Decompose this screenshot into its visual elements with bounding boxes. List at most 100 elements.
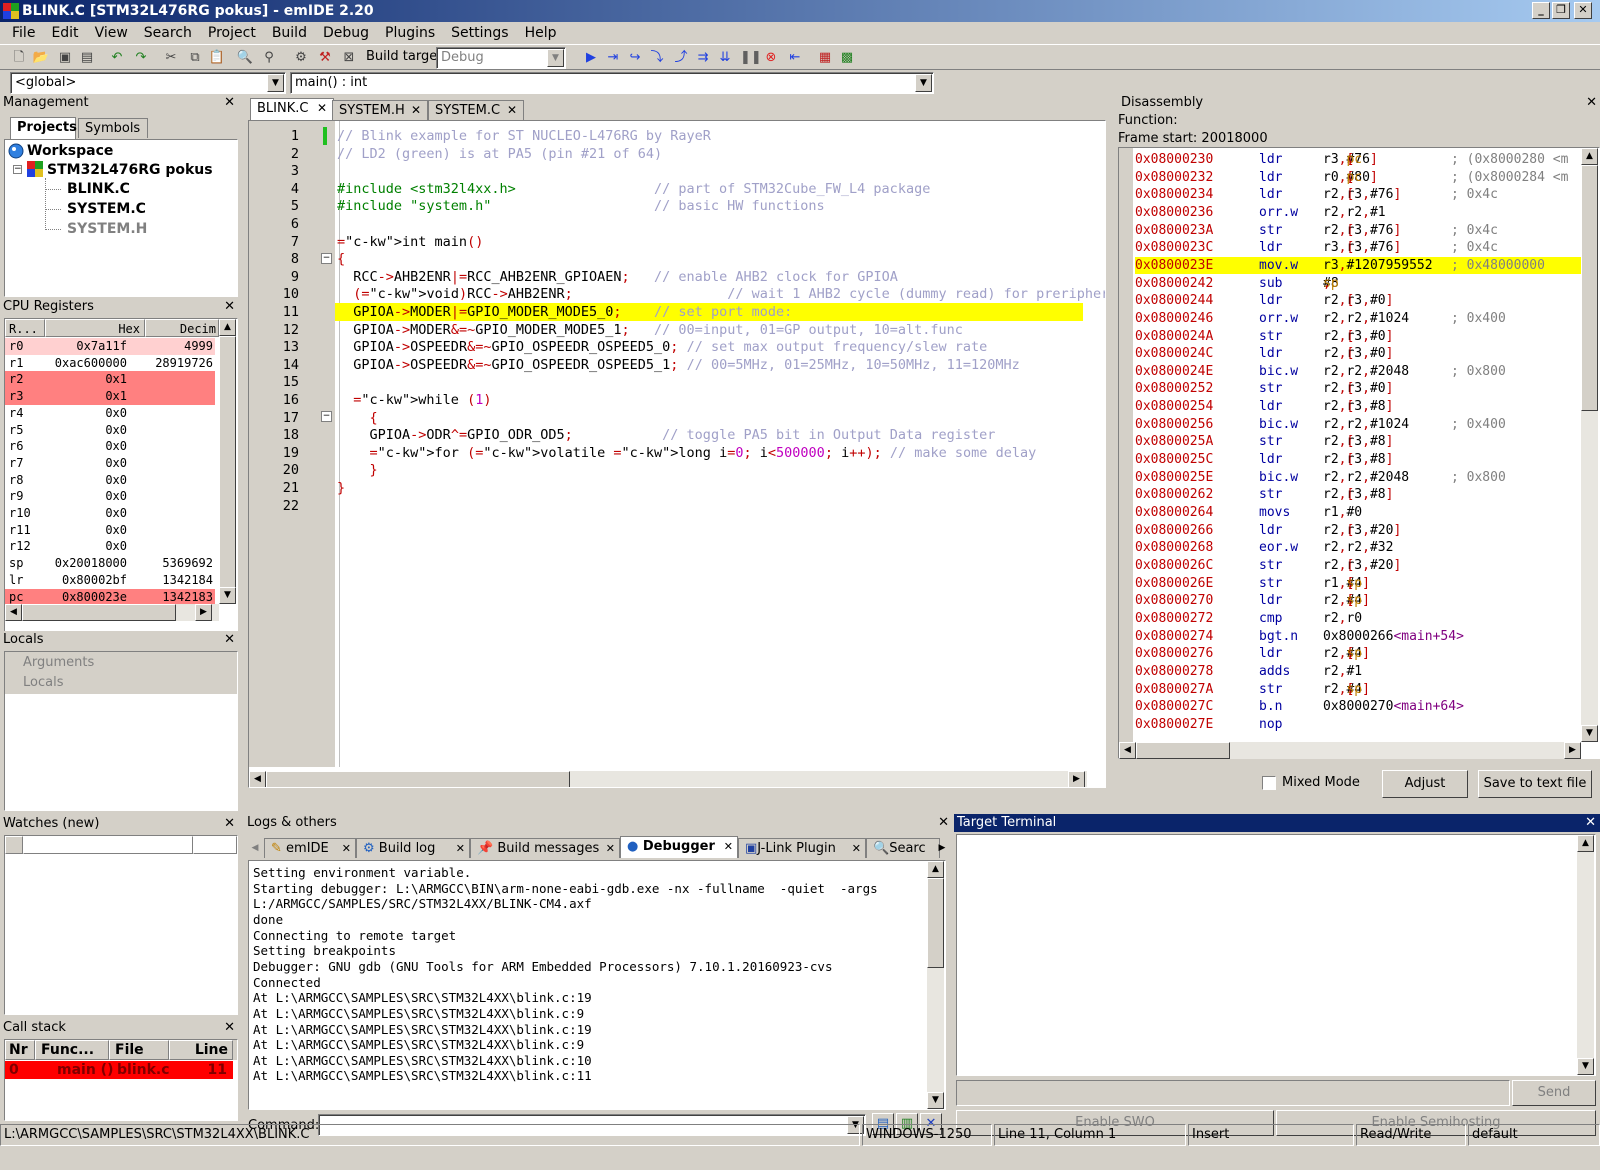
cut-icon[interactable]: ✂: [162, 49, 180, 67]
table-row[interactable]: r8 0x0: [5, 472, 215, 489]
tab-system-c[interactable]: SYSTEM.C ✕: [428, 100, 524, 120]
table-row[interactable]: r6 0x0: [5, 438, 215, 455]
close-icon[interactable]: ✕: [224, 815, 235, 833]
next-line-icon[interactable]: ↪: [626, 49, 644, 67]
table-row[interactable]: 0x0800024A str r2, [r3, #0]: [1135, 328, 1581, 346]
table-row[interactable]: r1 0xac600000 28919726: [5, 355, 215, 372]
info-icon[interactable]: ▩: [838, 49, 856, 67]
close-icon[interactable]: ✕: [606, 839, 615, 858]
table-row[interactable]: 0x0800024C ldr r2, [r3, #0]: [1135, 345, 1581, 363]
code-line[interactable]: ="c-kw">while (1): [335, 391, 1083, 409]
scroll-down-icon[interactable]: ▼: [1577, 1058, 1594, 1075]
scope-function-select[interactable]: main() : int ▼: [290, 72, 934, 94]
close-icon[interactable]: ✕: [342, 839, 351, 858]
table-row[interactable]: 0x08000242 sub sp, #8: [1135, 275, 1581, 293]
table-row[interactable]: 0x08000246 orr.w r2, r2, #1024 ; 0x400: [1135, 310, 1581, 328]
save-icon[interactable]: ▣: [56, 49, 74, 67]
table-row[interactable]: 0x08000264 movs r1, #0: [1135, 504, 1581, 522]
scroll-thumb[interactable]: [219, 336, 236, 588]
table-row[interactable]: r5 0x0: [5, 422, 215, 439]
menu-debug[interactable]: Debug: [315, 25, 377, 41]
col-func[interactable]: Func...: [35, 1040, 109, 1060]
table-row[interactable]: 0x0800026E str r1, [sp, #4]: [1135, 575, 1581, 593]
table-row[interactable]: r2 0x1: [5, 371, 215, 389]
code-editor[interactable]: 12345678910111213141516171819202122 ▷ − …: [248, 120, 1106, 788]
code-line[interactable]: }: [335, 461, 1083, 479]
debugger-log[interactable]: Setting environment variable. Starting de…: [248, 860, 946, 1110]
watches-table[interactable]: [4, 835, 238, 1015]
abort-build-icon[interactable]: ⊠: [340, 49, 358, 67]
table-row[interactable]: 0x0800023E mov.w r3, #1207959552 ; 0x480000…: [1135, 256, 1581, 275]
disassembly-vscroll[interactable]: ▲ ▼: [1581, 148, 1598, 742]
scroll-right-icon[interactable]: ▶: [1068, 771, 1085, 787]
close-icon[interactable]: ✕: [411, 101, 421, 120]
scroll-thumb[interactable]: [1581, 165, 1598, 411]
table-row[interactable]: 0x0800023A str r2, [r3, #76] ; 0x4c: [1135, 222, 1581, 240]
redo-icon[interactable]: ↷: [132, 49, 150, 67]
table-row[interactable]: 0x08000266 ldr r2, [r3, #20]: [1135, 522, 1581, 540]
table-row[interactable]: 0x0800027E nop: [1135, 716, 1581, 734]
table-row[interactable]: 0x08000270 ldr r2, [sp, #4]: [1135, 592, 1581, 610]
mixed-mode-checkbox[interactable]: [1262, 776, 1276, 790]
menu-file[interactable]: File: [4, 25, 43, 41]
debug-windows-icon[interactable]: ▦: [816, 49, 834, 67]
table-row[interactable]: 0x0800026C str r2, [r3, #20]: [1135, 557, 1581, 575]
scroll-thumb[interactable]: [1136, 742, 1230, 759]
step-instruction-icon[interactable]: ⇊: [716, 49, 734, 67]
menu-plugins[interactable]: Plugins: [377, 25, 443, 41]
scroll-right-icon[interactable]: ▶: [195, 604, 212, 621]
table-row[interactable]: r3 0x1: [5, 388, 215, 406]
table-row[interactable]: r9 0x0: [5, 488, 215, 505]
code-line[interactable]: GPIOA->ODR^=GPIO_ODR_OD5; // toggle PA5 …: [335, 426, 1083, 444]
tab-blink-c[interactable]: BLINK.C ✕: [250, 98, 334, 120]
col-hex[interactable]: Hex: [45, 319, 145, 337]
code-line[interactable]: [335, 215, 1083, 233]
table-row[interactable]: pc 0x800023e 1342183: [5, 588, 215, 606]
scope-global-select[interactable]: <global> ▼: [10, 72, 286, 94]
tab-build-log[interactable]: ⚙ Build log ✕: [356, 838, 470, 858]
table-row[interactable]: 0x08000234 ldr r2, [r3, #76] ; 0x4c: [1135, 186, 1581, 204]
scroll-down-icon[interactable]: ▼: [1581, 725, 1598, 742]
undo-icon[interactable]: ↶: [108, 49, 126, 67]
tab-projects[interactable]: Projects: [10, 117, 77, 139]
table-row[interactable]: 0x08000262 str r2, [r3, #8]: [1135, 486, 1581, 504]
tab-jlink-plugin[interactable]: ▣J-Link Plugin ✕: [738, 838, 866, 858]
registers-vscroll[interactable]: ▲ ▼: [219, 319, 236, 604]
code-line[interactable]: // Blink example for ST NUCLEO-L476RG by…: [335, 127, 1083, 145]
adjust-button[interactable]: Adjust: [1382, 770, 1468, 798]
scroll-up-icon[interactable]: ▲: [219, 319, 236, 336]
col-decimal[interactable]: Decim: [145, 319, 219, 337]
pause-icon[interactable]: ❚❚: [740, 49, 762, 67]
step-into-icon[interactable]: ⤵: [648, 49, 666, 67]
table-row[interactable]: r12 0x0: [5, 538, 215, 555]
tab-symbols[interactable]: Symbols: [78, 118, 148, 138]
table-row[interactable]: 0x08000274 bgt.n 0x8000266 <main+54>: [1135, 628, 1581, 646]
code-line[interactable]: [335, 162, 1083, 180]
table-row[interactable]: lr 0x80002bf 1342184: [5, 572, 215, 589]
disassembly-hscroll[interactable]: ◀ ▶: [1119, 742, 1581, 759]
table-row[interactable]: r11 0x0: [5, 522, 215, 539]
scroll-left-icon[interactable]: ◀: [5, 604, 22, 621]
code-line[interactable]: [335, 373, 1083, 391]
fold-icon[interactable]: −: [321, 411, 332, 422]
build-icon[interactable]: ⚙: [292, 49, 310, 67]
close-icon[interactable]: ✕: [724, 837, 733, 856]
close-icon[interactable]: ✕: [317, 99, 327, 118]
close-icon[interactable]: ✕: [224, 631, 235, 649]
replace-icon[interactable]: ⚲: [260, 49, 278, 67]
open-folder-icon[interactable]: 📂: [32, 49, 50, 67]
tree-file-system-h[interactable]: SYSTEM.H: [67, 219, 147, 239]
fold-icon[interactable]: −: [321, 253, 332, 264]
table-row[interactable]: 0x0800027A str r2, [sp, #4]: [1135, 681, 1581, 699]
close-window-button[interactable]: ✕: [1574, 2, 1592, 19]
code-line[interactable]: // LD2 (green) is at PA5 (pin #21 of 64): [335, 145, 1083, 163]
code-line[interactable]: {: [335, 409, 1083, 427]
tab-build-messages[interactable]: 📌 Build messages ✕: [470, 838, 620, 858]
log-vscroll[interactable]: ▲ ▼: [927, 861, 944, 1109]
table-row[interactable]: r10 0x0: [5, 505, 215, 522]
table-row[interactable]: 0x0800025E bic.w r2, r2, #2048 ; 0x800: [1135, 469, 1581, 487]
code-line[interactable]: ="c-kw">for (="c-kw">volatile ="c-kw">lo…: [335, 444, 1083, 462]
table-row[interactable]: 0x0800027C b.n 0x8000270 <main+64>: [1135, 698, 1581, 716]
rebuild-icon[interactable]: ⚒: [316, 49, 334, 67]
editor-hscroll[interactable]: ◀ ▶: [249, 771, 1087, 787]
